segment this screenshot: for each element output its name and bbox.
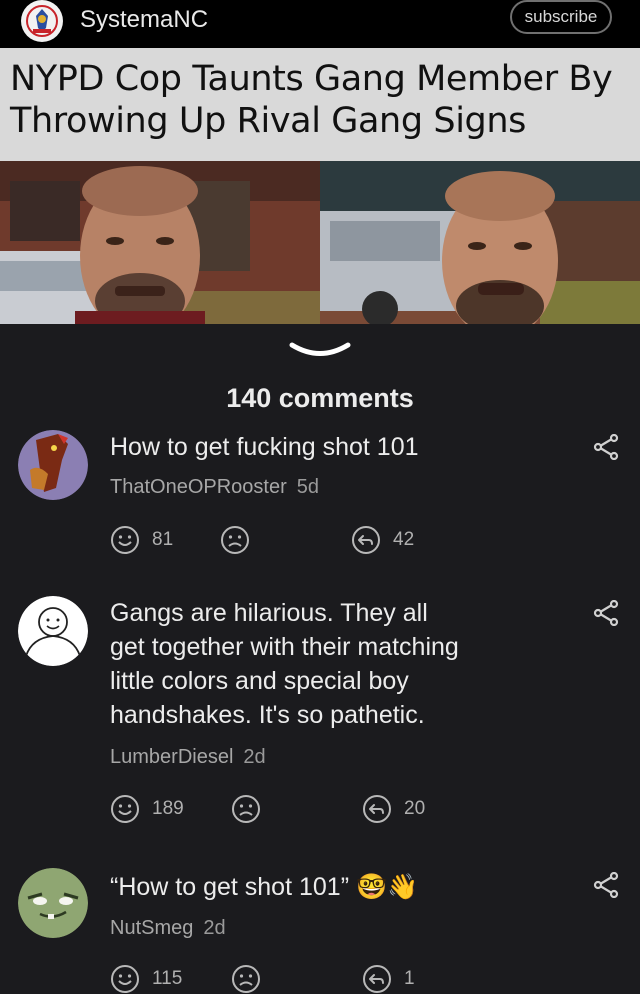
reply-count: 1	[404, 968, 415, 989]
comment-author[interactable]: NutSmeg	[110, 917, 193, 939]
reply-count: 42	[393, 529, 415, 550]
comment-text: Gangs are hilarious. They all get togeth…	[110, 599, 459, 729]
upvote-button[interactable]: 189	[110, 794, 184, 824]
smiley-avatar-icon[interactable]	[18, 596, 88, 666]
upvote-count: 189	[152, 798, 184, 819]
comment-author[interactable]: ThatOneOPRooster	[110, 476, 287, 498]
reply-count: 20	[404, 798, 426, 819]
share-icon[interactable]	[592, 434, 620, 460]
comment-age: 5d	[296, 476, 319, 498]
post-headline: NYPD Cop Taunts Gang Member By Throwing …	[10, 59, 613, 141]
comment-meta: ThatOneOPRooster 5d	[110, 476, 319, 499]
upvote-button[interactable]: 115	[110, 964, 182, 994]
upvote-count: 115	[152, 968, 183, 989]
comment-text: How to get fucking shot 101	[110, 433, 419, 461]
channel-name[interactable]: SystemaNC	[80, 6, 208, 34]
channel-avatar-icon[interactable]	[21, 0, 63, 42]
post-photos	[0, 161, 640, 324]
comment-item: “How to get shot 101” 🤓👋 NutSmeg 2d 115 1	[0, 868, 640, 993]
comment-meta: NutSmeg 2d	[110, 917, 226, 940]
happy-face-icon	[111, 965, 139, 993]
rooster-avatar-icon[interactable]	[18, 430, 88, 500]
sad-face-icon	[232, 795, 260, 823]
chevron-down-icon[interactable]	[289, 340, 351, 360]
reply-button[interactable]: 20	[362, 794, 425, 824]
subscribe-button[interactable]: subscribe	[510, 0, 612, 34]
reply-icon	[363, 965, 391, 993]
comment-author[interactable]: LumberDiesel	[110, 746, 233, 768]
happy-face-icon	[111, 795, 139, 823]
sad-face-icon	[221, 526, 249, 554]
upvote-count: 81	[152, 529, 174, 550]
downvote-button[interactable]	[220, 525, 250, 555]
comment-item: How to get fucking shot 101 ThatOneOPRoo…	[0, 430, 640, 580]
top-bar: SystemaNC subscribe	[0, 0, 640, 48]
comment-meta: LumberDiesel 2d	[110, 746, 266, 769]
reply-icon	[352, 526, 380, 554]
comment-age: 2d	[203, 917, 226, 939]
comments-count: 140 comments	[226, 383, 414, 413]
comment-text: “How to get shot 101” 🤓👋	[110, 873, 419, 901]
reply-button[interactable]: 42	[351, 525, 414, 555]
upvote-button[interactable]: 81	[110, 525, 173, 555]
share-icon[interactable]	[592, 600, 620, 626]
downvote-button[interactable]	[231, 794, 261, 824]
comment-age: 2d	[243, 746, 266, 768]
sad-face-icon	[232, 965, 260, 993]
green-face-avatar-icon[interactable]	[18, 868, 88, 938]
comment-item: Gangs are hilarious. They all get togeth…	[0, 596, 640, 836]
post-image[interactable]: NYPD Cop Taunts Gang Member By Throwing …	[0, 48, 640, 324]
reply-button[interactable]: 1	[362, 964, 415, 994]
reply-icon	[363, 795, 391, 823]
happy-face-icon	[111, 526, 139, 554]
downvote-button[interactable]	[231, 964, 261, 994]
share-icon[interactable]	[592, 872, 620, 898]
